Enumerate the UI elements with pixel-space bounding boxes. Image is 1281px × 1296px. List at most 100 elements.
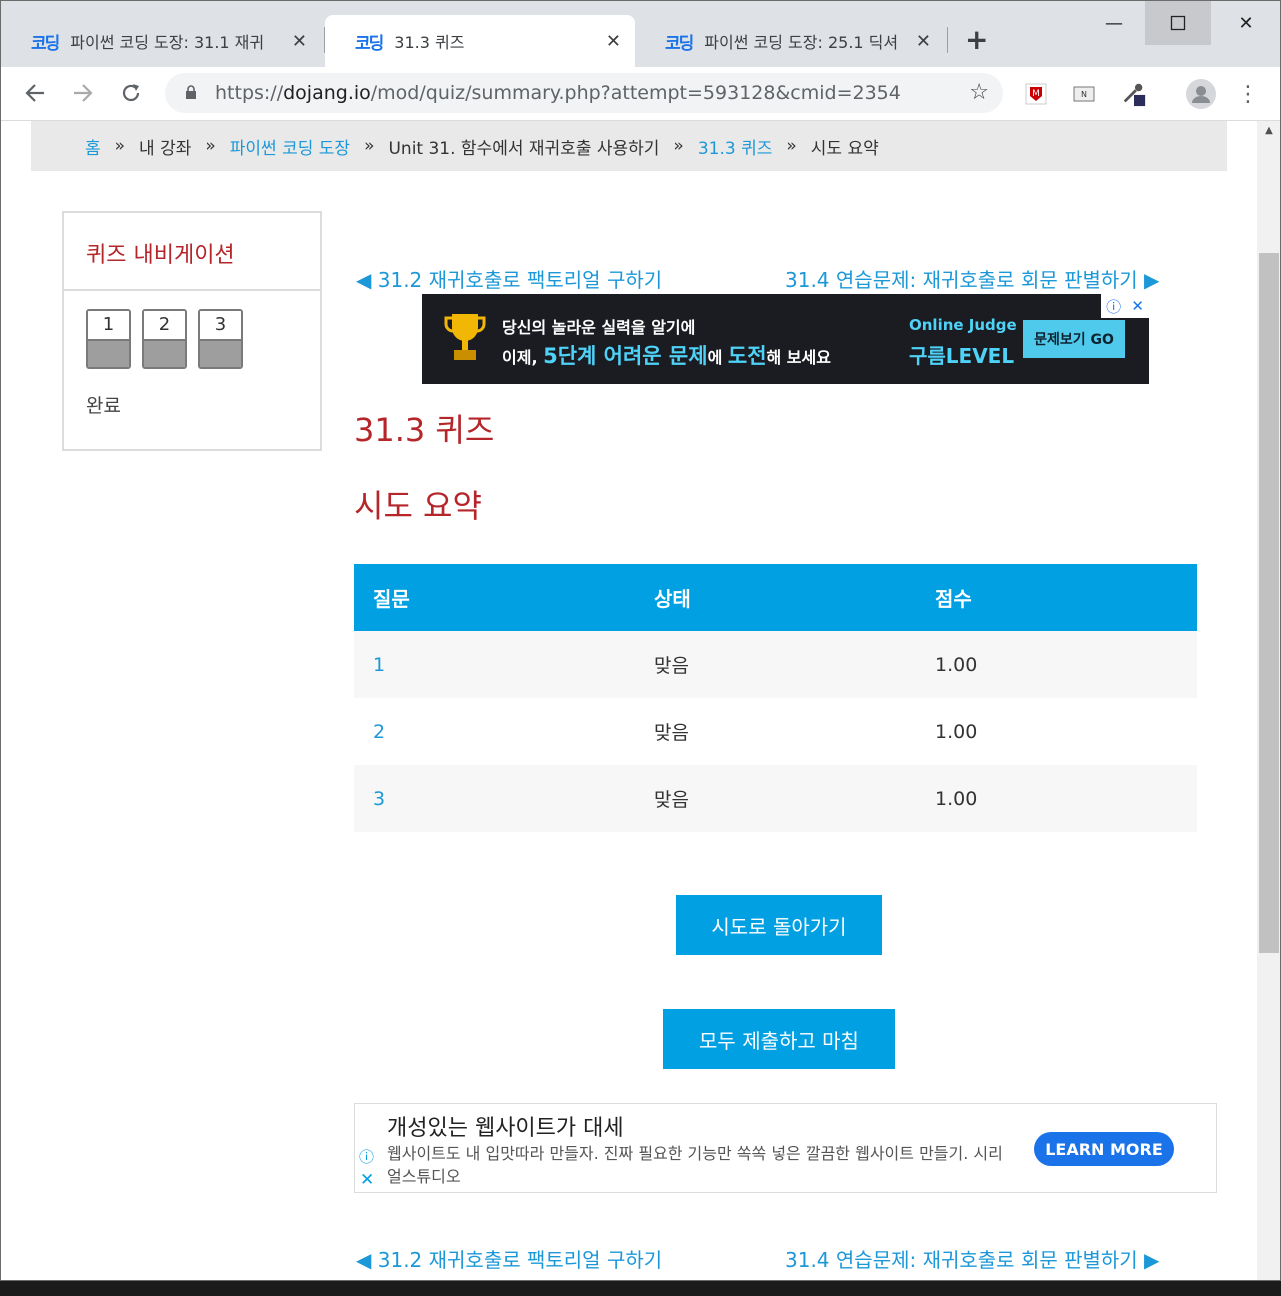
ad-line2: 이제, 5단계 어려운 문제에 도전해 보세요 <box>502 340 831 370</box>
section-title: 시도 요약 <box>354 487 482 525</box>
browser-toolbar: https://dojang.io/mod/quiz/summary.php?a… <box>1 67 1280 121</box>
prev-lesson-link[interactable]: ◀ 31.2 재귀호출로 팩토리얼 구하기 <box>356 264 662 293</box>
close-icon[interactable]: ✕ <box>606 31 621 52</box>
page-viewport: 홈 » 내 강좌 » 파이썬 코딩 도장 » Unit 31. 함수에서 재귀호… <box>1 121 1257 1280</box>
breadcrumb-unit: Unit 31. 함수에서 재귀호출 사용하기 <box>388 138 660 159</box>
quiz-navigation-title: 퀴즈 내비게이션 <box>64 213 320 291</box>
close-icon[interactable]: ✕ <box>916 31 931 52</box>
maximize-icon[interactable] <box>1145 1 1211 45</box>
ad-line2-a: 이제, <box>502 348 544 367</box>
profile-avatar-icon[interactable] <box>1185 78 1217 110</box>
table-header-row: 질문 상태 점수 <box>354 564 1197 631</box>
url-prefix: https:// <box>215 82 284 104</box>
site-favicon-icon: 코딩 <box>355 33 384 54</box>
ad-brand-title: 구름LEVEL <box>909 344 1015 368</box>
ad-line1: 당신의 놀라운 실력을 알기에 <box>502 318 696 337</box>
ad-line2-b: 에 <box>707 348 728 367</box>
page-title: 31.3 퀴즈 <box>354 411 495 449</box>
tab-title: 파이썬 코딩 도장: 25.1 딕셔 <box>704 33 899 52</box>
trophy-icon <box>444 314 486 360</box>
breadcrumb-my-courses: 내 강좌 <box>139 138 192 159</box>
ad-controls: ⓘ ✕ <box>1101 294 1149 318</box>
status-cell: 맞음 <box>654 722 689 744</box>
question-button-2[interactable]: 2 <box>142 309 187 369</box>
url-host: dojang.io <box>283 82 371 104</box>
tab-strip: 코딩 파이썬 코딩 도장: 31.1 재귀 ✕ 코딩 31.3 퀴즈 ✕ 코딩 … <box>1 1 1280 67</box>
submit-all-button[interactable]: 모두 제출하고 마침 <box>663 1009 895 1069</box>
table-row: 2 맞음 1.00 <box>354 698 1197 765</box>
ad-info-icon[interactable]: ⓘ <box>359 1146 374 1167</box>
score-cell: 1.00 <box>935 720 978 743</box>
svg-text:N: N <box>1081 90 1087 99</box>
tab-1[interactable]: 코딩 파이썬 코딩 도장: 31.1 재귀 ✕ <box>1 15 321 67</box>
minimize-icon[interactable]: — <box>1081 1 1147 45</box>
extension-icon[interactable]: N <box>1071 81 1097 107</box>
tab-separator <box>947 27 948 53</box>
breadcrumb-quiz[interactable]: 31.3 퀴즈 <box>698 134 773 159</box>
new-tab-icon[interactable]: + <box>965 23 988 56</box>
finish-attempt-link[interactable]: 완료 <box>64 369 320 418</box>
text-ad[interactable]: ⓘ ✕ 개성있는 웹사이트가 대세 웹사이트도 내 입맛따라 만들자. 진짜 필… <box>354 1103 1217 1193</box>
question-number: 1 <box>88 311 129 339</box>
quiz-navigation-block: 퀴즈 내비게이션 1 2 3 완료 <box>62 211 322 451</box>
breadcrumb-course[interactable]: 파이썬 코딩 도장 <box>230 134 350 159</box>
ad-close-icon[interactable]: ✕ <box>360 1170 374 1190</box>
ad-cta-button[interactable]: 문제보기 GO <box>1023 320 1125 358</box>
return-to-attempt-button[interactable]: 시도로 돌아가기 <box>676 895 882 955</box>
ad-description: 웹사이트도 내 입맛따라 만들자. 진짜 필요한 기능만 쏙쏙 넣은 깔끔한 웹… <box>387 1144 1003 1186</box>
ad-line2-highlight: 도전 <box>727 344 767 368</box>
forward-icon[interactable] <box>67 77 99 109</box>
tab-title: 31.3 퀴즈 <box>394 33 465 52</box>
column-header-status: 상태 <box>654 587 691 611</box>
tab-3[interactable]: 코딩 파이썬 코딩 도장: 25.1 딕셔 ✕ <box>635 15 945 67</box>
back-icon[interactable] <box>19 77 51 109</box>
close-icon[interactable]: ✕ <box>292 31 307 52</box>
menu-icon[interactable]: ⋮ <box>1235 81 1261 107</box>
breadcrumb-separator: » <box>786 136 797 156</box>
learn-more-button[interactable]: LEARN MORE <box>1034 1132 1174 1166</box>
scroll-up-icon[interactable]: ▲ <box>1257 125 1280 136</box>
lock-icon <box>186 85 196 99</box>
window-close-icon[interactable]: ✕ <box>1213 1 1279 45</box>
question-status-fill <box>200 339 241 367</box>
attempt-summary-table: 질문 상태 점수 1 맞음 1.00 2 맞음 1.00 3 맞음 1.00 <box>354 564 1197 832</box>
question-status-fill <box>88 339 129 367</box>
question-buttons: 1 2 3 <box>64 291 320 369</box>
table-row: 1 맞음 1.00 <box>354 631 1197 698</box>
breadcrumb-separator: » <box>114 136 126 156</box>
breadcrumb-home[interactable]: 홈 <box>85 134 101 159</box>
tab-2[interactable]: 코딩 31.3 퀴즈 ✕ <box>325 15 635 67</box>
prev-lesson-link-bottom[interactable]: ◀ 31.2 재귀호출로 팩토리얼 구하기 <box>356 1244 662 1273</box>
breadcrumb-separator: » <box>673 136 684 156</box>
question-button-3[interactable]: 3 <box>198 309 243 369</box>
ad-brand-subtitle: Online Judge <box>909 316 1017 334</box>
eyedropper-extension-icon[interactable] <box>1121 81 1147 107</box>
ad-banner[interactable]: 당신의 놀라운 실력을 알기에 이제, 5단계 어려운 문제에 도전해 보세요 … <box>422 294 1149 384</box>
question-link[interactable]: 3 <box>354 788 635 810</box>
reload-icon[interactable] <box>115 77 147 109</box>
next-lesson-link-bottom[interactable]: 31.4 연습문제: 재귀호출로 회문 판별하기 ▶ <box>785 1244 1159 1273</box>
site-favicon-icon: 코딩 <box>665 33 694 54</box>
browser-window: 코딩 파이썬 코딩 도장: 31.1 재귀 ✕ 코딩 31.3 퀴즈 ✕ 코딩 … <box>0 0 1281 1281</box>
question-button-1[interactable]: 1 <box>86 309 131 369</box>
question-link[interactable]: 2 <box>354 721 635 743</box>
breadcrumb-separator: » <box>205 136 216 156</box>
taskbar-strip <box>0 1281 1281 1296</box>
ad-close-icon[interactable]: ✕ <box>1131 297 1144 315</box>
question-link[interactable]: 1 <box>354 654 635 676</box>
svg-text:M: M <box>1032 89 1040 99</box>
breadcrumb: 홈 » 내 강좌 » 파이썬 코딩 도장 » Unit 31. 함수에서 재귀호… <box>31 121 1227 171</box>
ad-info-icon[interactable]: ⓘ <box>1106 296 1121 317</box>
breadcrumb-current: 시도 요약 <box>810 138 879 159</box>
column-header-question: 질문 <box>373 587 410 611</box>
status-cell: 맞음 <box>654 789 689 811</box>
scrollbar[interactable]: ▲ <box>1257 121 1280 1280</box>
next-lesson-link[interactable]: 31.4 연습문제: 재귀호출로 회문 판별하기 ▶ <box>785 264 1159 293</box>
scrollbar-thumb[interactable] <box>1259 253 1279 953</box>
ad-title: 개성있는 웹사이트가 대세 <box>387 1116 624 1141</box>
question-status-fill <box>144 339 185 367</box>
mcafee-extension-icon[interactable]: M <box>1023 81 1049 107</box>
url-path: /mod/quiz/summary.php?attempt=593128&cmi… <box>370 82 901 104</box>
address-bar[interactable]: https://dojang.io/mod/quiz/summary.php?a… <box>165 73 1003 113</box>
bookmark-star-icon[interactable]: ☆ <box>969 80 989 105</box>
